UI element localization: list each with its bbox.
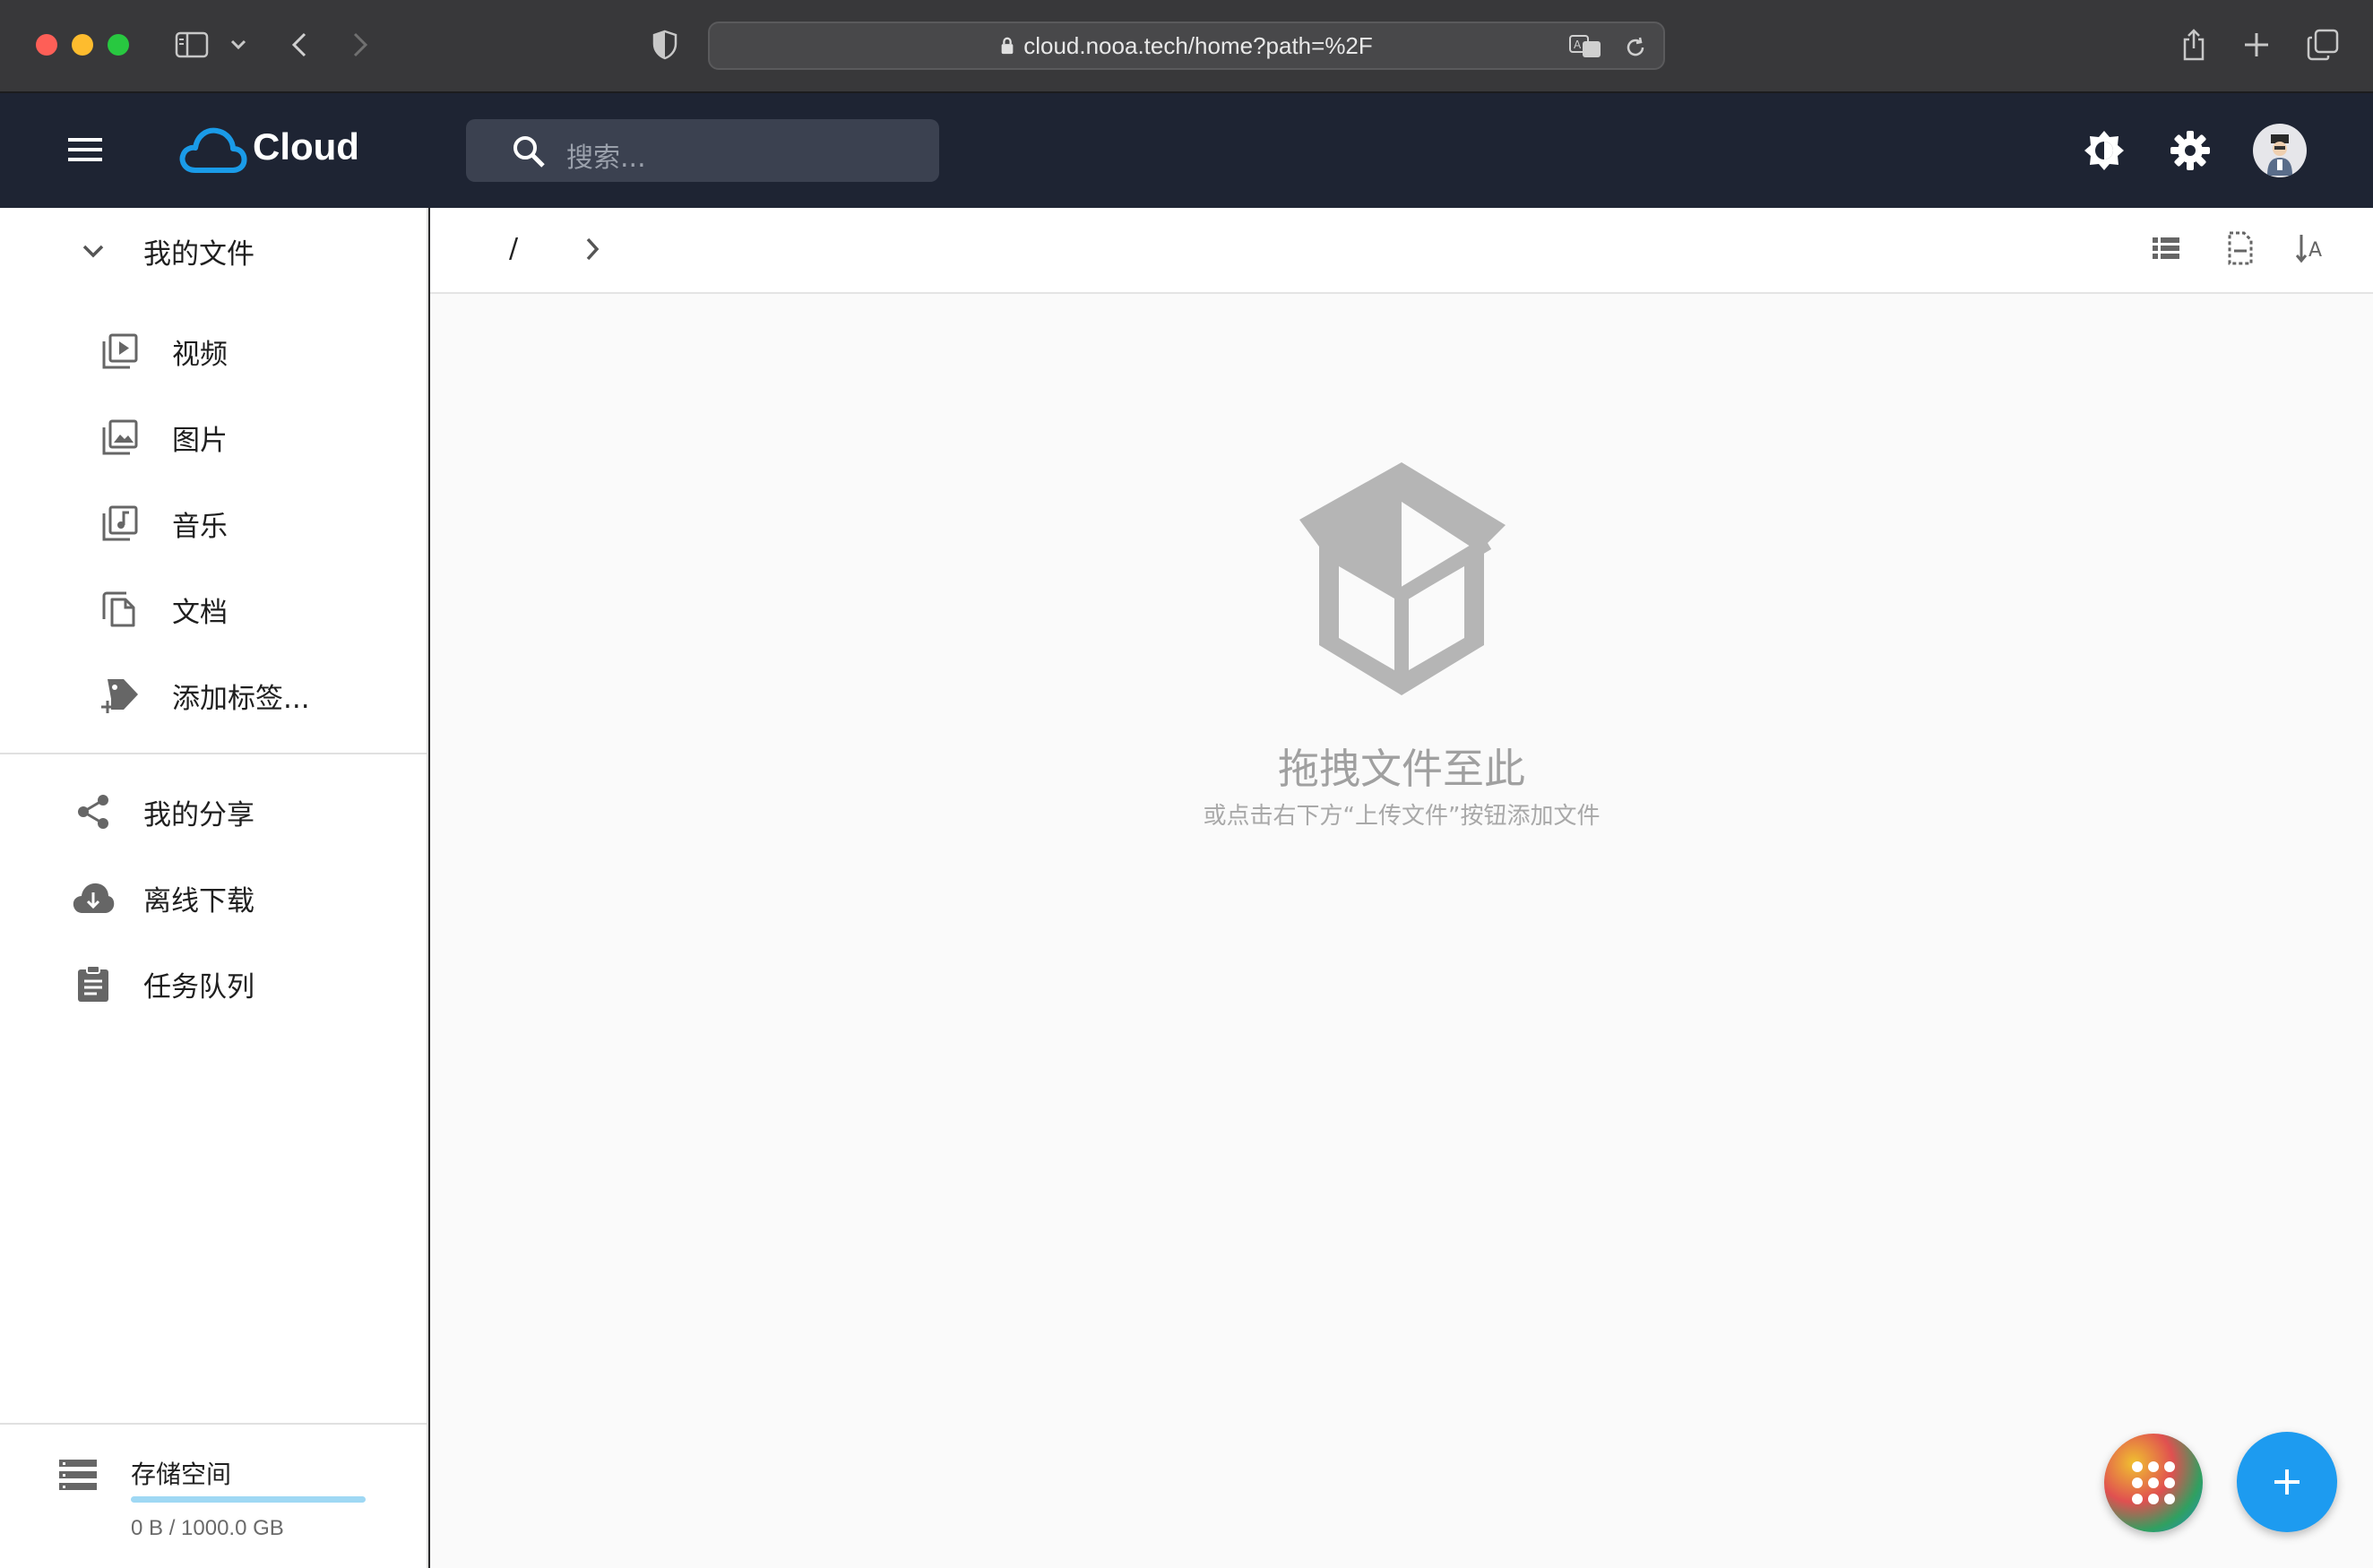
- file-info-icon[interactable]: [2226, 231, 2255, 265]
- sidebar-divider: [0, 1423, 428, 1425]
- apps-grid-icon: [2132, 1461, 2175, 1504]
- photo-library-icon: [99, 416, 142, 459]
- expand-more-icon: [72, 229, 115, 272]
- back-icon[interactable]: [280, 25, 319, 65]
- close-window-button[interactable]: [36, 34, 57, 56]
- navigator-toolbar: / A: [430, 208, 2373, 294]
- forward-icon[interactable]: [341, 25, 380, 65]
- sidebar-item-label: 音乐: [172, 510, 228, 543]
- sidebar-item-videos[interactable]: 视频: [0, 315, 428, 387]
- cloud-logo-icon[interactable]: [179, 124, 247, 176]
- zoom-window-button[interactable]: [108, 34, 129, 56]
- translate-icon[interactable]: A: [1568, 34, 1602, 59]
- sidebar-item-offline-download[interactable]: 离线下载: [0, 862, 428, 934]
- sidebar-item-music[interactable]: 音乐: [0, 487, 428, 559]
- video-library-icon: [99, 330, 142, 373]
- reload-icon[interactable]: [1624, 36, 1647, 59]
- search-icon: [511, 134, 547, 169]
- sidebar: 我的文件 视频 图片 音乐 文档 添加标签... 我的分享 离线下载 任务队列 …: [0, 208, 428, 1568]
- storage-usage: 0 B / 1000.0 GB: [131, 1516, 284, 1540]
- share-icon: [72, 790, 115, 833]
- sidebar-item-label: 图片: [172, 424, 228, 457]
- plus-icon: [2274, 1469, 2300, 1495]
- svg-text:A: A: [2308, 239, 2322, 262]
- sidebar-item-label: 文档: [172, 596, 228, 629]
- sidebar-item-label: 离线下载: [143, 884, 255, 918]
- storage-progress-bar: [131, 1496, 366, 1503]
- clipboard-icon: [72, 962, 115, 1005]
- storage-title: 存储空间: [131, 1460, 232, 1489]
- search-placeholder: 搜索...: [566, 142, 646, 174]
- breadcrumb[interactable]: /: [509, 233, 518, 264]
- chevron-down-icon[interactable]: [219, 25, 258, 65]
- sidebar-item-images[interactable]: 图片: [0, 401, 428, 473]
- browser-chrome: cloud.nooa.tech/home?path=%2F A: [0, 0, 2373, 93]
- music-library-icon: [99, 502, 142, 545]
- avatar[interactable]: [2253, 124, 2307, 177]
- file-browser: / A 拖拽文件至此 或点击右下方“上传文件”按钮添加文件: [430, 208, 2373, 1568]
- add-upload-button[interactable]: [2237, 1432, 2337, 1532]
- storage-icon: [57, 1457, 99, 1493]
- svg-text:A: A: [1574, 39, 1582, 51]
- settings-gear-icon[interactable]: [2169, 129, 2212, 172]
- app-header: Cloud 搜索...: [0, 93, 2373, 208]
- sidebar-item-label: 添加标签...: [172, 682, 310, 715]
- sidebar-divider: [0, 753, 428, 754]
- sidebar-item-label: 任务队列: [143, 970, 255, 1004]
- empty-state-title: 拖拽文件至此: [1278, 745, 1525, 793]
- tab-overview-icon[interactable]: [2303, 25, 2343, 65]
- minimize-window-button[interactable]: [72, 34, 93, 56]
- cloud-download-icon: [72, 876, 115, 919]
- new-tab-icon[interactable]: [2237, 25, 2276, 65]
- sidebar-item-label: 我的文件: [143, 237, 255, 271]
- sidebar-item-my-files[interactable]: 我的文件: [0, 208, 428, 294]
- empty-box-icon: [1274, 461, 1529, 702]
- privacy-shield-icon[interactable]: [645, 25, 685, 65]
- brand-name[interactable]: Cloud: [253, 125, 359, 168]
- url-text: cloud.nooa.tech/home?path=%2F: [1023, 31, 1373, 59]
- sidebar-item-task-queue[interactable]: 任务队列: [0, 948, 428, 1020]
- sidebar-item-label: 视频: [172, 338, 228, 371]
- app-launcher-button[interactable]: [2104, 1434, 2203, 1532]
- file-copy-icon: [99, 588, 142, 631]
- sidebar-item-my-shares[interactable]: 我的分享: [0, 776, 428, 848]
- share-page-icon[interactable]: [2174, 25, 2213, 65]
- theme-toggle-icon[interactable]: [2083, 129, 2126, 172]
- chevron-right-icon[interactable]: [584, 237, 600, 262]
- sidebar-item-add-tag[interactable]: 添加标签...: [0, 659, 428, 731]
- add-tag-icon: [99, 674, 142, 717]
- address-bar[interactable]: cloud.nooa.tech/home?path=%2F A: [708, 22, 1665, 70]
- view-list-icon[interactable]: [2151, 235, 2181, 262]
- empty-state-subtitle: 或点击右下方“上传文件”按钮添加文件: [1203, 803, 1601, 830]
- menu-icon[interactable]: [66, 134, 104, 165]
- sidebar-item-documents[interactable]: 文档: [0, 573, 428, 645]
- sidebar-toggle-icon[interactable]: [172, 25, 211, 65]
- lock-icon: [1001, 37, 1014, 55]
- sort-alpha-icon[interactable]: A: [2296, 233, 2328, 263]
- sidebar-item-label: 我的分享: [143, 798, 255, 831]
- search-input[interactable]: 搜索...: [466, 119, 939, 182]
